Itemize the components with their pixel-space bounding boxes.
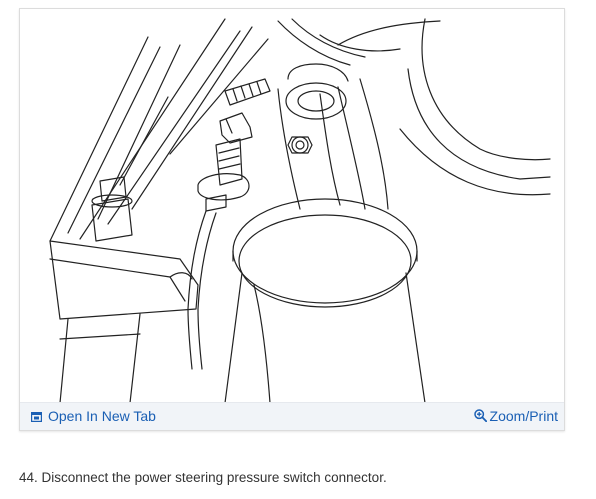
figure-card: Open In New Tab Zoom/Print xyxy=(19,8,565,431)
zoom-print-link[interactable]: Zoom/Print xyxy=(473,408,558,425)
open-in-new-tab-link[interactable]: Open In New Tab xyxy=(31,408,156,425)
figure-toolbar: Open In New Tab Zoom/Print xyxy=(20,402,564,430)
new-tab-icon xyxy=(31,412,42,422)
step-instruction: 44. Disconnect the power steering pressu… xyxy=(19,470,387,485)
zoom-in-icon xyxy=(473,409,487,422)
zoom-print-label: Zoom/Print xyxy=(489,408,558,424)
open-in-new-tab-label: Open In New Tab xyxy=(48,408,156,424)
engine-line-drawing xyxy=(49,18,551,403)
